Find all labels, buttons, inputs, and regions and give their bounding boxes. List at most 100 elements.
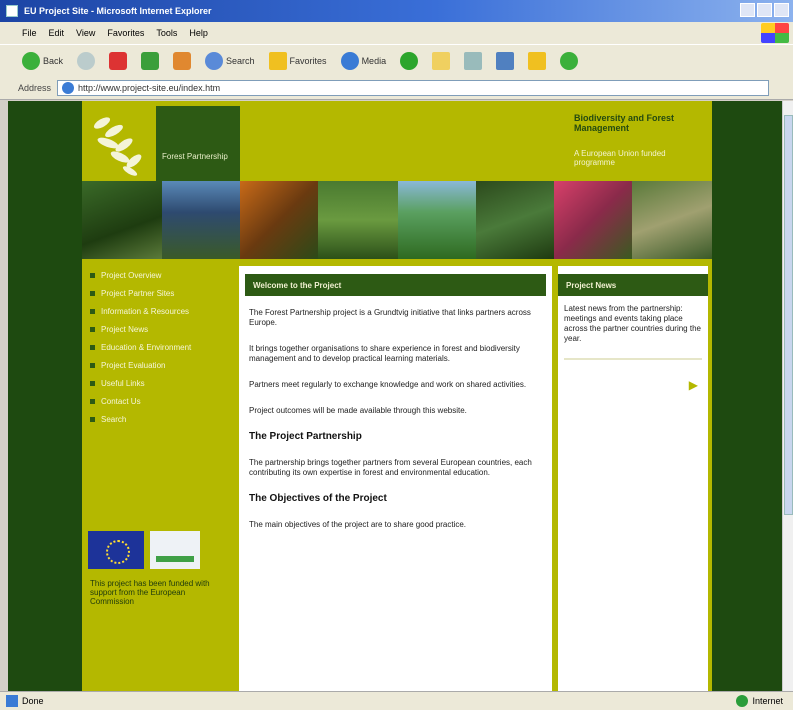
address-url: http://www.project-site.eu/index.htm — [78, 82, 221, 93]
search-button[interactable]: Search — [201, 49, 259, 73]
news-divider — [564, 358, 702, 360]
fern-logo-icon — [93, 117, 142, 176]
news-sidebar: Project News Latest news from the partne… — [558, 266, 708, 691]
site-subtagline: A European Union funded programme — [574, 149, 666, 167]
main-text: The Forest Partnership project is a Grun… — [239, 296, 552, 530]
menu-view[interactable]: View — [76, 28, 95, 38]
photo-butterfly — [240, 181, 318, 259]
nav-item-evaluation[interactable]: Project Evaluation — [82, 356, 237, 374]
photo-valley — [398, 181, 476, 259]
window-titlebar: EU Project Site - Microsoft Internet Exp… — [0, 0, 793, 22]
mail-button[interactable] — [428, 49, 454, 73]
browser-viewport: Forest Partnership Biodiversity and Fore… — [8, 101, 782, 691]
header-photo-strip — [82, 181, 712, 259]
favorites-button[interactable]: Favorites — [265, 49, 331, 73]
home-button[interactable] — [169, 49, 195, 73]
search-icon — [205, 51, 224, 70]
printer-icon — [464, 51, 483, 70]
history-button[interactable] — [396, 49, 422, 73]
menu-edit[interactable]: Edit — [49, 28, 65, 38]
main-content: Welcome to the Project The Forest Partne… — [239, 266, 552, 691]
address-input[interactable]: http://www.project-site.eu/index.htm — [57, 79, 770, 96]
more-arrow-icon[interactable]: ▶ — [689, 379, 698, 391]
back-button[interactable]: Back — [18, 49, 67, 73]
funding-caption: This project has been funded with suppor… — [90, 579, 210, 606]
stop-icon — [109, 51, 128, 70]
news-item: Latest news from the partnership: meetin… — [558, 296, 708, 391]
partner-logo[interactable] — [150, 531, 200, 569]
nav-item-partner-sites[interactable]: Project Partner Sites — [82, 284, 237, 302]
window-controls — [740, 3, 789, 17]
discuss-button[interactable] — [556, 49, 582, 73]
page-background: Forest Partnership Biodiversity and Fore… — [8, 101, 782, 691]
menu-file[interactable]: File — [22, 28, 37, 38]
home-icon — [173, 51, 192, 70]
window-title: EU Project Site - Microsoft Internet Exp… — [24, 6, 212, 16]
partnership-heading: The Project Partnership — [249, 431, 362, 442]
menu-favorites[interactable]: Favorites — [107, 28, 144, 38]
nav-item-links[interactable]: Useful Links — [82, 374, 237, 392]
close-button[interactable] — [774, 3, 789, 17]
status-text: Done — [22, 696, 44, 706]
minimize-button[interactable] — [740, 3, 755, 17]
menu-help[interactable]: Help — [189, 28, 208, 38]
main-paragraph-2: It brings together organisations to shar… — [249, 344, 520, 363]
stop-button[interactable] — [105, 49, 131, 73]
windows-logo-icon — [761, 23, 789, 43]
edit-button[interactable] — [492, 49, 518, 73]
forward-button[interactable] — [73, 49, 99, 73]
refresh-button[interactable] — [137, 49, 163, 73]
photo-trail — [632, 181, 712, 259]
main-paragraph-5: The partnership brings together partners… — [249, 458, 532, 477]
objectives-heading: The Objectives of the Project — [249, 493, 387, 504]
page-icon — [62, 81, 75, 94]
vertical-scrollbar[interactable] — [782, 101, 793, 691]
internet-zone-icon — [736, 695, 749, 707]
main-paragraph-1: The Forest Partnership project is a Grun… — [249, 308, 531, 327]
media-button[interactable]: Media — [337, 49, 391, 73]
nav-item-resources[interactable]: Information & Resources — [82, 302, 237, 320]
eu-flag-logo[interactable] — [88, 531, 144, 569]
site-header: Forest Partnership Biodiversity and Fore… — [82, 101, 712, 181]
main-heading: Welcome to the Project — [245, 274, 546, 296]
menu-bar: File Edit View Favorites Tools Help — [0, 22, 793, 44]
mail-icon — [432, 51, 451, 70]
left-navigation: Project Overview Project Partner Sites I… — [82, 266, 237, 428]
news-heading: Project News — [558, 274, 708, 296]
main-paragraph-3: Partners meet regularly to exchange know… — [249, 380, 527, 389]
page-done-icon — [6, 695, 18, 707]
photo-canopy — [318, 181, 398, 259]
folder-icon — [528, 51, 547, 70]
ie-window-icon — [6, 5, 18, 17]
status-bar: Done Internet — [0, 691, 793, 710]
forward-arrow-icon — [77, 51, 96, 70]
history-icon — [400, 51, 419, 70]
scrollbar-thumb[interactable] — [784, 115, 793, 515]
standard-toolbar: Back Search Favorites Media — [0, 44, 793, 76]
edit-icon — [496, 51, 515, 70]
messenger-button[interactable] — [524, 49, 550, 73]
nav-item-education[interactable]: Education & Environment — [82, 338, 237, 356]
nav-item-contact[interactable]: Contact Us — [82, 392, 237, 410]
menu-tools[interactable]: Tools — [156, 28, 177, 38]
messenger-icon — [560, 51, 579, 70]
photo-forest — [82, 181, 162, 259]
nav-item-search[interactable]: Search — [82, 410, 237, 428]
funding-logos — [88, 531, 200, 569]
page-wrapper: Forest Partnership Biodiversity and Fore… — [82, 101, 712, 691]
refresh-icon — [141, 51, 160, 70]
print-button[interactable] — [460, 49, 486, 73]
logo-panel: Forest Partnership — [156, 106, 240, 181]
main-paragraph-6: The main objectives of the project are t… — [249, 520, 467, 529]
back-arrow-icon — [22, 51, 40, 70]
nav-item-overview[interactable]: Project Overview — [82, 266, 237, 284]
site-tagline: Biodiversity and Forest Management — [574, 113, 675, 133]
nav-item-news[interactable]: Project News — [82, 320, 237, 338]
maximize-button[interactable] — [757, 3, 772, 17]
media-icon — [340, 51, 359, 70]
address-label: Address — [18, 82, 52, 93]
photo-flowers — [554, 181, 632, 259]
security-zone: Internet — [736, 695, 783, 707]
zone-label: Internet — [752, 696, 783, 706]
org-name: Forest Partnership — [162, 152, 228, 161]
